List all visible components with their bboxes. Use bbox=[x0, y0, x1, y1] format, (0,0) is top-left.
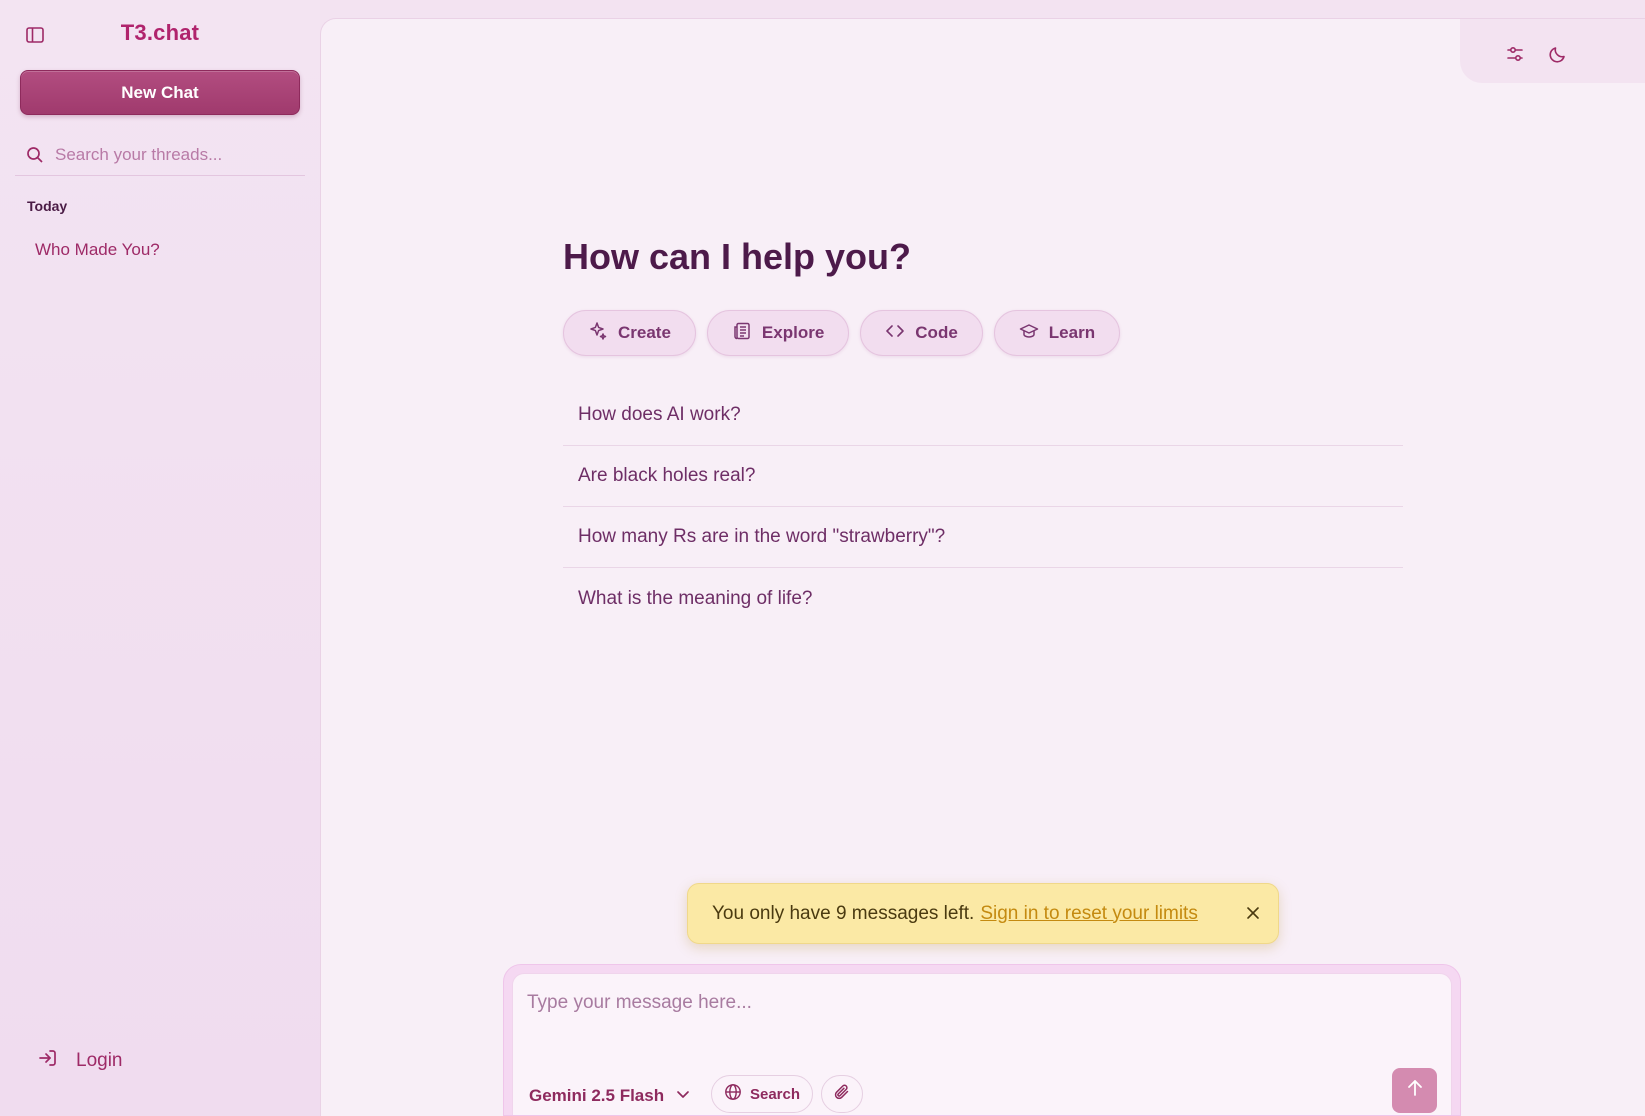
page-heading: How can I help you? bbox=[563, 236, 912, 277]
thread-group-label: Today bbox=[27, 198, 68, 214]
login-icon bbox=[38, 1048, 58, 1074]
settings-sliders-icon[interactable] bbox=[1502, 41, 1528, 67]
paperclip-icon bbox=[833, 1083, 851, 1105]
login-button[interactable]: Login bbox=[38, 1044, 123, 1078]
toast-message: You only have 9 messages left. bbox=[712, 902, 975, 924]
limit-toast: You only have 9 messages left. Sign in t… bbox=[687, 883, 1279, 944]
globe-icon bbox=[724, 1083, 742, 1105]
suggestion-list: How does AI work? Are black holes real? … bbox=[563, 385, 1403, 629]
theme-moon-icon[interactable] bbox=[1545, 41, 1571, 67]
chip-label: Create bbox=[618, 323, 671, 342]
chip-label: Code bbox=[915, 323, 958, 342]
thread-search bbox=[15, 134, 305, 176]
send-button[interactable] bbox=[1392, 1068, 1437, 1113]
message-input[interactable] bbox=[527, 992, 1427, 1032]
chip-learn[interactable]: Learn bbox=[993, 310, 1121, 356]
suggestion-item[interactable]: How does AI work? bbox=[563, 385, 1403, 446]
model-selector[interactable]: Gemini 2.5 Flash bbox=[529, 1079, 690, 1113]
chevron-down-icon bbox=[676, 1086, 690, 1106]
search-toggle-label: Search bbox=[749, 1085, 801, 1103]
chip-label: Explore bbox=[761, 323, 825, 342]
chip-create[interactable]: Create bbox=[563, 310, 696, 356]
suggestion-item[interactable]: What is the meaning of life? bbox=[563, 568, 1403, 629]
chip-explore[interactable]: Explore bbox=[706, 310, 850, 356]
arrow-up-icon bbox=[1405, 1078, 1425, 1103]
chip-code[interactable]: Code bbox=[860, 310, 983, 356]
thread-item[interactable]: Who Made You? bbox=[20, 234, 300, 266]
newspaper-icon bbox=[732, 321, 752, 346]
search-input[interactable] bbox=[55, 144, 295, 165]
sign-in-link[interactable]: Sign in to reset your limits bbox=[980, 903, 1198, 925]
code-icon bbox=[885, 321, 905, 346]
chip-label: Learn bbox=[1048, 323, 1096, 342]
sparkles-icon bbox=[588, 321, 608, 346]
suggestion-item[interactable]: How many Rs are in the word "strawberry"… bbox=[563, 507, 1403, 568]
sidebar: T3.chat New Chat Today Who Made You? Log… bbox=[0, 0, 320, 1116]
model-name: Gemini 2.5 Flash bbox=[529, 1086, 665, 1105]
new-chat-button[interactable]: New Chat bbox=[20, 70, 300, 115]
search-icon bbox=[15, 146, 55, 164]
composer-frame: Gemini 2.5 Flash Search bbox=[503, 964, 1461, 1116]
close-icon[interactable] bbox=[1242, 902, 1264, 924]
composer: Gemini 2.5 Flash Search bbox=[512, 973, 1452, 1115]
top-right-toolbar bbox=[1460, 19, 1645, 83]
search-toggle-button[interactable]: Search bbox=[711, 1075, 813, 1113]
attach-button[interactable] bbox=[821, 1075, 863, 1113]
login-label: Login bbox=[76, 1050, 123, 1071]
suggestion-item[interactable]: Are black holes real? bbox=[563, 446, 1403, 507]
category-chips: Create Explore Code Learn bbox=[563, 310, 1121, 356]
graduation-cap-icon bbox=[1019, 321, 1039, 346]
brand-logo: T3.chat bbox=[120, 20, 200, 45]
